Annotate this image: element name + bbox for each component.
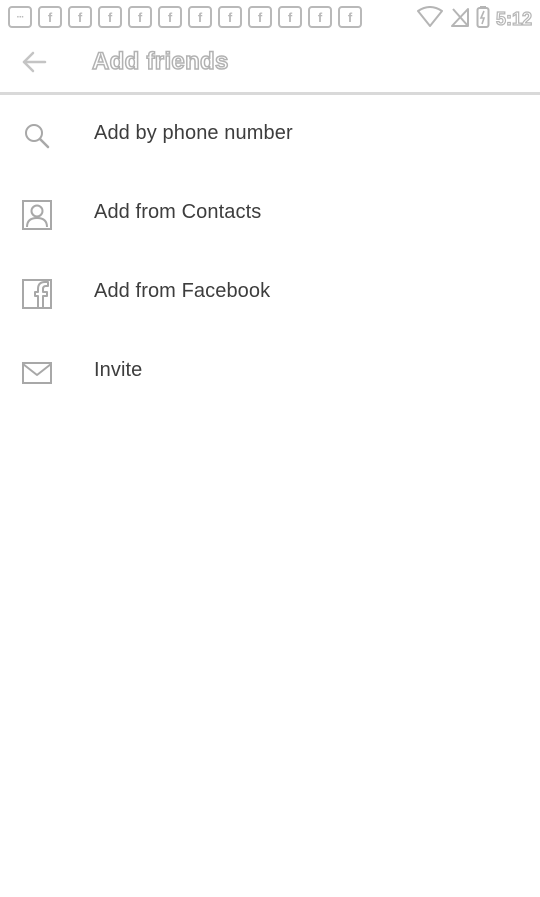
mail-icon — [20, 356, 54, 390]
facebook-icon: f — [218, 6, 242, 28]
back-button[interactable] — [12, 42, 56, 86]
add-by-phone-item[interactable]: Add by phone number — [0, 95, 540, 174]
arrow-left-icon — [21, 51, 47, 78]
invite-item[interactable]: Invite — [0, 332, 540, 411]
notification-icons: ··· f f f f f f f f f f f — [8, 6, 362, 28]
menu-item-label: Add from Facebook — [94, 280, 271, 302]
facebook-icon: f — [128, 6, 152, 28]
status-bar: ··· f f f f f f f f f f f 5:12 — [0, 0, 540, 34]
facebook-icon: f — [248, 6, 272, 28]
search-icon — [20, 119, 54, 153]
app-bar: Add friends — [0, 34, 540, 92]
menu-item-label: Add by phone number — [94, 122, 293, 144]
message-icon: ··· — [8, 6, 32, 28]
facebook-icon: f — [158, 6, 182, 28]
menu-item-label: Invite — [94, 359, 143, 381]
facebook-icon: f — [68, 6, 92, 28]
add-from-contacts-item[interactable]: Add from Contacts — [0, 174, 540, 253]
facebook-icon: f — [38, 6, 62, 28]
wifi-icon — [416, 6, 444, 33]
add-friends-menu: Add by phone number Add from Contacts Ad… — [0, 95, 540, 411]
facebook-icon: f — [188, 6, 212, 28]
facebook-icon: f — [98, 6, 122, 28]
status-indicators: 5:12 — [416, 5, 533, 34]
no-signal-icon — [450, 6, 470, 33]
facebook-icon: f — [338, 6, 362, 28]
facebook-icon — [20, 277, 54, 311]
battery-icon — [476, 5, 490, 34]
contact-icon — [20, 198, 54, 232]
facebook-icon: f — [278, 6, 302, 28]
facebook-icon: f — [308, 6, 332, 28]
page-title: Add friends — [91, 47, 229, 76]
status-time: 5:12 — [495, 8, 532, 29]
add-from-facebook-item[interactable]: Add from Facebook — [0, 253, 540, 332]
menu-item-label: Add from Contacts — [94, 201, 262, 223]
